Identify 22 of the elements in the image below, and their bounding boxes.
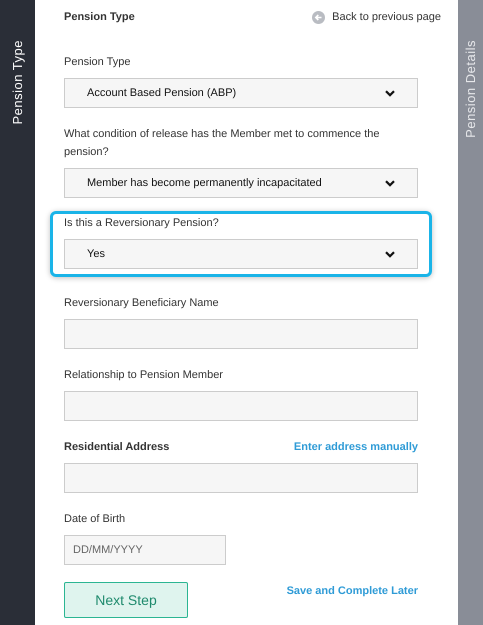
field-label: Reversionary Beneficiary Name bbox=[64, 296, 219, 311]
select-field[interactable]: Account Based Pension (ABP) bbox=[64, 78, 418, 108]
field-label: Relationship to Pension Member bbox=[64, 368, 223, 383]
date-field[interactable]: DD/MM/YYYY bbox=[64, 535, 226, 565]
field-label: What condition of release has the Member met to commence the pension? bbox=[64, 127, 380, 160]
page-title: Pension Type bbox=[64, 11, 135, 23]
field-label: Residential Address bbox=[64, 440, 170, 455]
chevron-icon bbox=[385, 250, 395, 258]
chevron-icon bbox=[385, 180, 395, 186]
field-label: Pension Type bbox=[64, 55, 130, 70]
back-link[interactable]: Back to previous page bbox=[312, 10, 441, 24]
field-label: Date of Birth bbox=[64, 512, 126, 527]
side-tab[interactable]: Pension Type bbox=[0, 0, 35, 625]
input-field[interactable] bbox=[64, 391, 418, 421]
select-field[interactable]: Member has become permanently incapacitated bbox=[64, 168, 418, 198]
field-label: Is this a Reversionary Pension? bbox=[64, 216, 219, 231]
next-step-button[interactable]: Next Step bbox=[64, 582, 188, 618]
back-arrow-icon bbox=[312, 10, 326, 24]
input-field[interactable] bbox=[64, 319, 418, 349]
input-field[interactable] bbox=[64, 463, 418, 493]
chevron-icon bbox=[385, 90, 395, 96]
select-field[interactable]: Yes bbox=[64, 239, 418, 269]
